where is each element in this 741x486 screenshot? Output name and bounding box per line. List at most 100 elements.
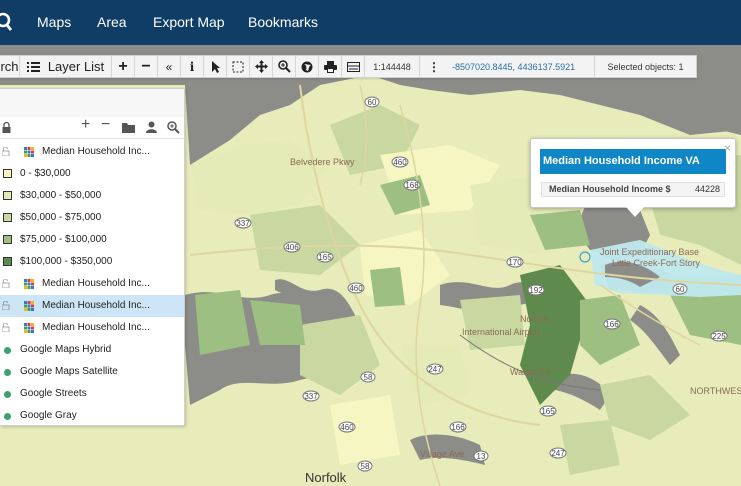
user-icon[interactable] — [146, 121, 157, 133]
legend-item-2: $30,000 - $50,000 — [0, 185, 184, 207]
zoom-in-button[interactable]: + — [112, 56, 135, 77]
layer-item-2[interactable]: Median Household Inc... — [0, 273, 184, 295]
layer-list-button[interactable]: Layer List — [20, 56, 112, 77]
layer-item-3-selected[interactable]: Median Household Inc... — [0, 295, 184, 317]
menu-export-map[interactable]: Export Map — [153, 14, 225, 30]
pointer-icon[interactable] — [204, 56, 227, 77]
place-label-little-creek: Little Creek-Fort Story — [612, 258, 701, 268]
svg-text:13: 13 — [477, 452, 486, 461]
popup-field-label: Median Household Income $ — [549, 184, 671, 194]
zoom-out-button[interactable]: − — [135, 56, 158, 77]
legend-swatch — [3, 235, 12, 244]
panel-header — [0, 89, 184, 117]
menu-area[interactable]: Area — [97, 14, 127, 30]
svg-text:166: 166 — [451, 423, 465, 432]
popup-title: Median Household Income VA — [540, 149, 726, 174]
selected-objects-display: Selected objects: 1 — [607, 61, 684, 72]
svg-text:247: 247 — [551, 449, 565, 458]
basemap-dot-icon — [4, 391, 11, 398]
unlock-icon[interactable] — [2, 279, 10, 288]
lock-icon[interactable] — [2, 122, 11, 133]
legend-item-4: $75,000 - $100,000 — [0, 229, 184, 251]
svg-text:460: 460 — [393, 158, 407, 167]
place-label-airport: International Airport — [462, 327, 541, 337]
basemap-google-streets[interactable]: Google Streets — [0, 383, 184, 405]
unlock-icon[interactable] — [2, 301, 10, 310]
add-layer-icon[interactable]: + — [81, 117, 90, 133]
coordinates-display: ⋮ -8507020.8445, 4436137.5921 — [420, 56, 595, 77]
list-icon — [26, 62, 40, 72]
layer-item-4[interactable]: Median Household Inc... — [0, 317, 184, 339]
search-tool[interactable]: rch — [0, 56, 20, 77]
legend-swatch — [3, 169, 12, 178]
place-label-norfolk: Norfolk — [520, 314, 549, 324]
box-select-icon[interactable] — [227, 56, 250, 77]
choropleth-icon — [24, 301, 34, 311]
collapse-icon[interactable]: « — [158, 56, 181, 77]
vertical-dots-icon[interactable]: ⋮ — [428, 60, 440, 74]
basemap-dot-icon — [4, 413, 11, 420]
remove-layer-icon[interactable]: − — [101, 117, 110, 133]
legend-swatch — [3, 213, 12, 222]
popup-field-row: Median Household Income $ 44228 — [541, 182, 725, 197]
zoom-box-icon[interactable] — [273, 56, 296, 77]
svg-text:192: 192 — [529, 286, 543, 295]
choropleth-icon — [24, 323, 34, 333]
road-label-wards: Wards Rd — [510, 367, 550, 377]
basemap-google-satellite[interactable]: Google Maps Satellite — [0, 361, 184, 383]
basemap-google-hybrid[interactable]: Google Maps Hybrid — [0, 339, 184, 361]
legend-item-1: 0 - $30,000 — [0, 163, 184, 185]
legend-item-3: $50,000 - $75,000 — [0, 207, 184, 229]
layer-item-1[interactable]: Median Household Inc... — [0, 141, 184, 163]
legend-swatch — [3, 257, 12, 266]
print-icon[interactable] — [319, 56, 342, 77]
menu-bookmarks[interactable]: Bookmarks — [248, 14, 318, 30]
svg-text:60: 60 — [368, 98, 377, 107]
menu-maps[interactable]: Maps — [37, 14, 71, 30]
svg-text:60: 60 — [676, 285, 685, 294]
scale-display: 1:144448 — [365, 56, 420, 77]
zoom-to-layer-icon[interactable] — [167, 121, 180, 134]
svg-text:165: 165 — [541, 407, 555, 416]
panel-toolbar: + − — [0, 117, 184, 139]
svg-text:225: 225 — [712, 332, 726, 341]
legend-swatch — [3, 191, 12, 200]
unlock-icon[interactable] — [2, 147, 10, 156]
choropleth-icon — [24, 147, 34, 157]
svg-text:166: 166 — [605, 320, 619, 329]
svg-text:165: 165 — [318, 253, 332, 262]
basemap-google-gray[interactable]: Google Gray — [0, 405, 184, 427]
pan-icon[interactable] — [250, 56, 273, 77]
close-icon[interactable]: × — [724, 141, 731, 155]
map-toolbar: rch Layer List + − « i 1:144448 ⋮ -85070… — [0, 55, 697, 78]
svg-text:247: 247 — [428, 365, 442, 374]
search-icon[interactable] — [0, 11, 16, 33]
svg-text:58: 58 — [364, 373, 373, 382]
svg-text:406: 406 — [285, 243, 299, 252]
svg-text:168: 168 — [405, 181, 419, 190]
popup-pointer — [626, 207, 644, 217]
road-label-village-ave: Village Ave — [420, 449, 464, 459]
popup-field-value: 44228 — [694, 184, 720, 194]
info-icon[interactable]: i — [181, 56, 204, 77]
feature-popup: Median Household Income VA × Median Hous… — [530, 138, 736, 217]
road-label-belvedere: Belvedere Pkwy — [290, 157, 355, 167]
svg-text:337: 337 — [236, 219, 250, 228]
place-label-jeb: Joint Expeditionary Base — [600, 247, 699, 257]
basemap-dot-icon — [4, 369, 11, 376]
city-label-norfolk: Norfolk — [305, 470, 347, 485]
basemap-dot-icon — [4, 347, 11, 354]
choropleth-icon — [24, 279, 34, 289]
measure-icon[interactable] — [342, 56, 365, 77]
globe-icon[interactable] — [296, 56, 319, 77]
unlock-icon[interactable] — [2, 323, 10, 332]
svg-text:460: 460 — [349, 284, 363, 293]
svg-text:337: 337 — [304, 392, 318, 401]
svg-text:460: 460 — [340, 423, 354, 432]
top-nav-bar: Maps Area Export Map Bookmarks — [0, 0, 741, 45]
place-label-northwest: NORTHWEST — [690, 386, 741, 396]
layer-list-panel: + − Median Household Inc... 0 - $30,000 … — [0, 88, 185, 426]
svg-text:170: 170 — [508, 258, 522, 267]
svg-text:58: 58 — [361, 462, 370, 471]
folder-icon[interactable] — [122, 122, 135, 133]
